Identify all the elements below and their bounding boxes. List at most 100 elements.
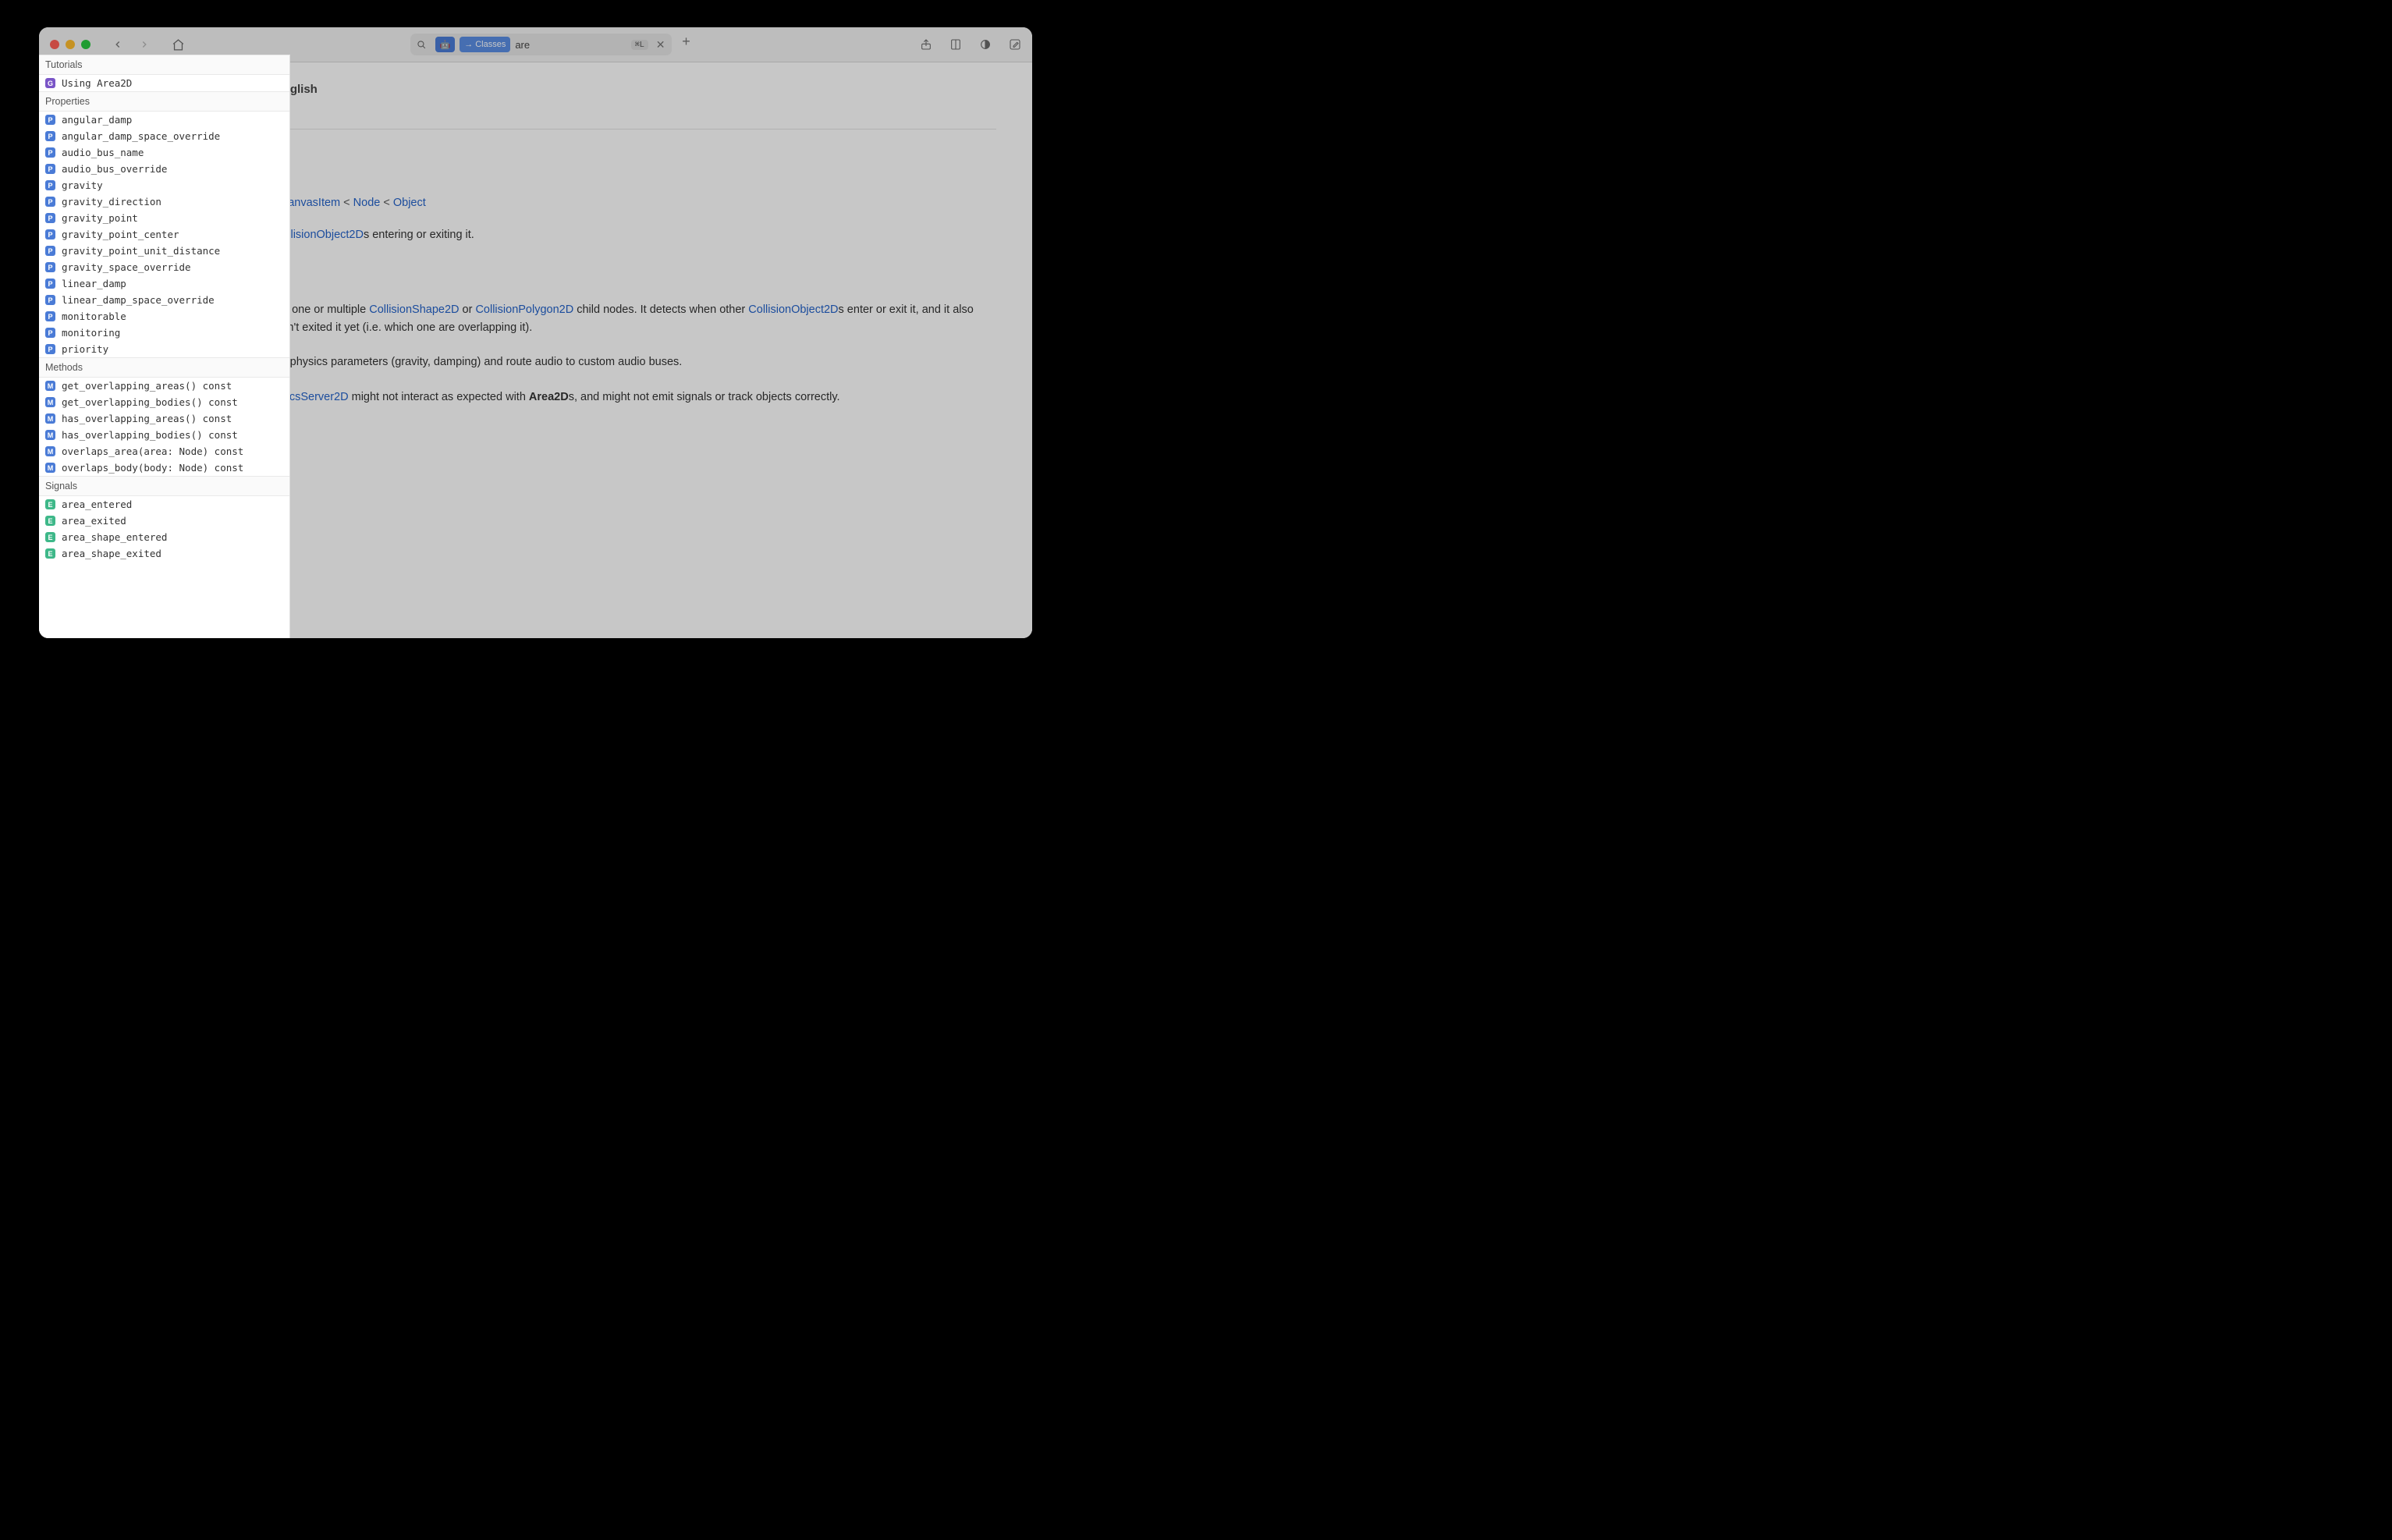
inherits-link-object[interactable]: Object — [393, 197, 426, 209]
type-badge-icon: P — [45, 131, 55, 141]
type-badge-icon: P — [45, 328, 55, 338]
new-tab-button[interactable]: + — [678, 34, 695, 55]
popup-item[interactable]: Paudio_bus_name — [39, 144, 289, 161]
type-badge-icon: E — [45, 516, 55, 526]
popup-item-label: get_overlapping_bodies() const — [62, 396, 238, 408]
popup-item[interactable]: Pgravity_point — [39, 210, 289, 226]
popup-item[interactable]: Mget_overlapping_areas() const — [39, 378, 289, 394]
type-badge-icon: M — [45, 430, 55, 440]
popup-item-label: has_overlapping_areas() const — [62, 413, 232, 424]
popup-item[interactable]: Mhas_overlapping_bodies() const — [39, 427, 289, 443]
popup-item[interactable]: Mhas_overlapping_areas() const — [39, 410, 289, 427]
popup-item-label: angular_damp_space_override — [62, 130, 220, 142]
popup-item[interactable]: G Using Area2D — [39, 75, 289, 91]
link-collisionobject2d-2[interactable]: CollisionObject2D — [748, 303, 838, 316]
symbols-popup: TutorialsGUsing Area2DPropertiesPangular… — [39, 55, 290, 638]
popup-item[interactable]: Plinear_damp_space_override — [39, 292, 289, 308]
type-badge-icon: P — [45, 295, 55, 305]
clear-address-button[interactable]: ✕ — [653, 38, 669, 51]
popup-item-label: monitoring — [62, 327, 120, 339]
nav-buttons — [112, 39, 150, 50]
toolbar-right — [920, 38, 1021, 51]
popup-item-label: get_overlapping_areas() const — [62, 380, 232, 392]
popup-item[interactable]: Moverlaps_body(body: Node) const — [39, 460, 289, 476]
type-badge-icon: P — [45, 279, 55, 289]
share-icon[interactable] — [920, 38, 932, 51]
popup-item[interactable]: Earea_shape_exited — [39, 545, 289, 562]
popup-item-label: area_exited — [62, 515, 126, 527]
popup-item[interactable]: Paudio_bus_override — [39, 161, 289, 177]
close-window-button[interactable] — [50, 40, 59, 49]
shortcut-badge: ⌘L — [631, 40, 648, 50]
scope-pill[interactable]: → Classes — [460, 37, 510, 52]
home-button[interactable] — [172, 38, 185, 51]
popup-section-header: Properties — [39, 91, 289, 112]
popup-item-label: has_overlapping_bodies() const — [62, 429, 238, 441]
bookmarks-icon[interactable] — [949, 38, 962, 51]
popup-item[interactable]: Pgravity — [39, 177, 289, 193]
type-badge-icon: M — [45, 413, 55, 424]
address-text: are — [515, 39, 530, 51]
type-badge-icon: P — [45, 164, 55, 174]
popup-item-label: overlaps_body(body: Node) const — [62, 462, 243, 474]
type-badge-icon: G — [45, 78, 55, 88]
popup-item-label: overlaps_area(area: Node) const — [62, 445, 243, 457]
type-badge-icon: P — [45, 147, 55, 158]
popup-item-label: linear_damp_space_override — [62, 294, 215, 306]
site-pill[interactable]: 🤖 — [435, 37, 456, 52]
type-badge-icon: P — [45, 262, 55, 272]
popup-item[interactable]: Pgravity_direction — [39, 193, 289, 210]
popup-item[interactable]: Ppriority — [39, 341, 289, 357]
inherits-link-node[interactable]: Node — [353, 197, 381, 209]
popup-item-label: gravity_direction — [62, 196, 161, 208]
popup-item[interactable]: Pgravity_point_unit_distance — [39, 243, 289, 259]
address-bar[interactable]: 🤖 → Classes are ⌘L ✕ — [410, 34, 672, 55]
popup-item[interactable]: Earea_shape_entered — [39, 529, 289, 545]
type-badge-icon: M — [45, 446, 55, 456]
popup-item[interactable]: Moverlaps_area(area: Node) const — [39, 443, 289, 460]
popup-item[interactable]: Pmonitorable — [39, 308, 289, 325]
forward-button[interactable] — [139, 39, 150, 50]
popup-item[interactable]: Pangular_damp — [39, 112, 289, 128]
popup-item-label: audio_bus_name — [62, 147, 144, 158]
type-badge-icon: P — [45, 197, 55, 207]
type-badge-icon: M — [45, 381, 55, 391]
popup-item[interactable]: Pmonitoring — [39, 325, 289, 341]
popup-item[interactable]: Pangular_damp_space_override — [39, 128, 289, 144]
type-badge-icon: P — [45, 180, 55, 190]
minimize-window-button[interactable] — [66, 40, 75, 49]
edit-icon[interactable] — [1009, 38, 1021, 51]
link-collisionpolygon2d[interactable]: CollisionPolygon2D — [475, 303, 573, 316]
popup-section-header: Signals — [39, 476, 289, 496]
back-button[interactable] — [112, 39, 123, 50]
type-badge-icon: P — [45, 213, 55, 223]
popup-item[interactable]: Earea_exited — [39, 513, 289, 529]
popup-item-label: monitorable — [62, 310, 126, 322]
popup-item-label: area_shape_exited — [62, 548, 161, 559]
search-icon — [413, 36, 431, 53]
popup-item-label: Using Area2D — [62, 77, 132, 89]
popup-section-header: Tutorials — [39, 55, 289, 75]
popup-item[interactable]: Mget_overlapping_bodies() const — [39, 394, 289, 410]
type-badge-icon: P — [45, 246, 55, 256]
popup-item-label: audio_bus_override — [62, 163, 167, 175]
type-badge-icon: P — [45, 311, 55, 321]
popup-item-label: gravity_space_override — [62, 261, 191, 273]
type-badge-icon: P — [45, 229, 55, 240]
link-collisionshape2d[interactable]: CollisionShape2D — [369, 303, 459, 316]
popup-item[interactable]: Earea_entered — [39, 496, 289, 513]
type-badge-icon: E — [45, 532, 55, 542]
popup-section-header: Methods — [39, 357, 289, 378]
popup-item[interactable]: Pgravity_point_center — [39, 226, 289, 243]
popup-item[interactable]: Pgravity_space_override — [39, 259, 289, 275]
browser-window: 🤖 → Classes are ⌘L ✕ + — [39, 27, 1032, 638]
arrow-right-icon: → — [464, 40, 473, 49]
appearance-icon[interactable] — [979, 38, 992, 51]
popup-item[interactable]: Plinear_damp — [39, 275, 289, 292]
popup-item-label: angular_damp — [62, 114, 132, 126]
type-badge-icon: M — [45, 463, 55, 473]
maximize-window-button[interactable] — [81, 40, 90, 49]
type-badge-icon: P — [45, 115, 55, 125]
window-controls — [50, 40, 90, 49]
type-badge-icon: E — [45, 548, 55, 559]
